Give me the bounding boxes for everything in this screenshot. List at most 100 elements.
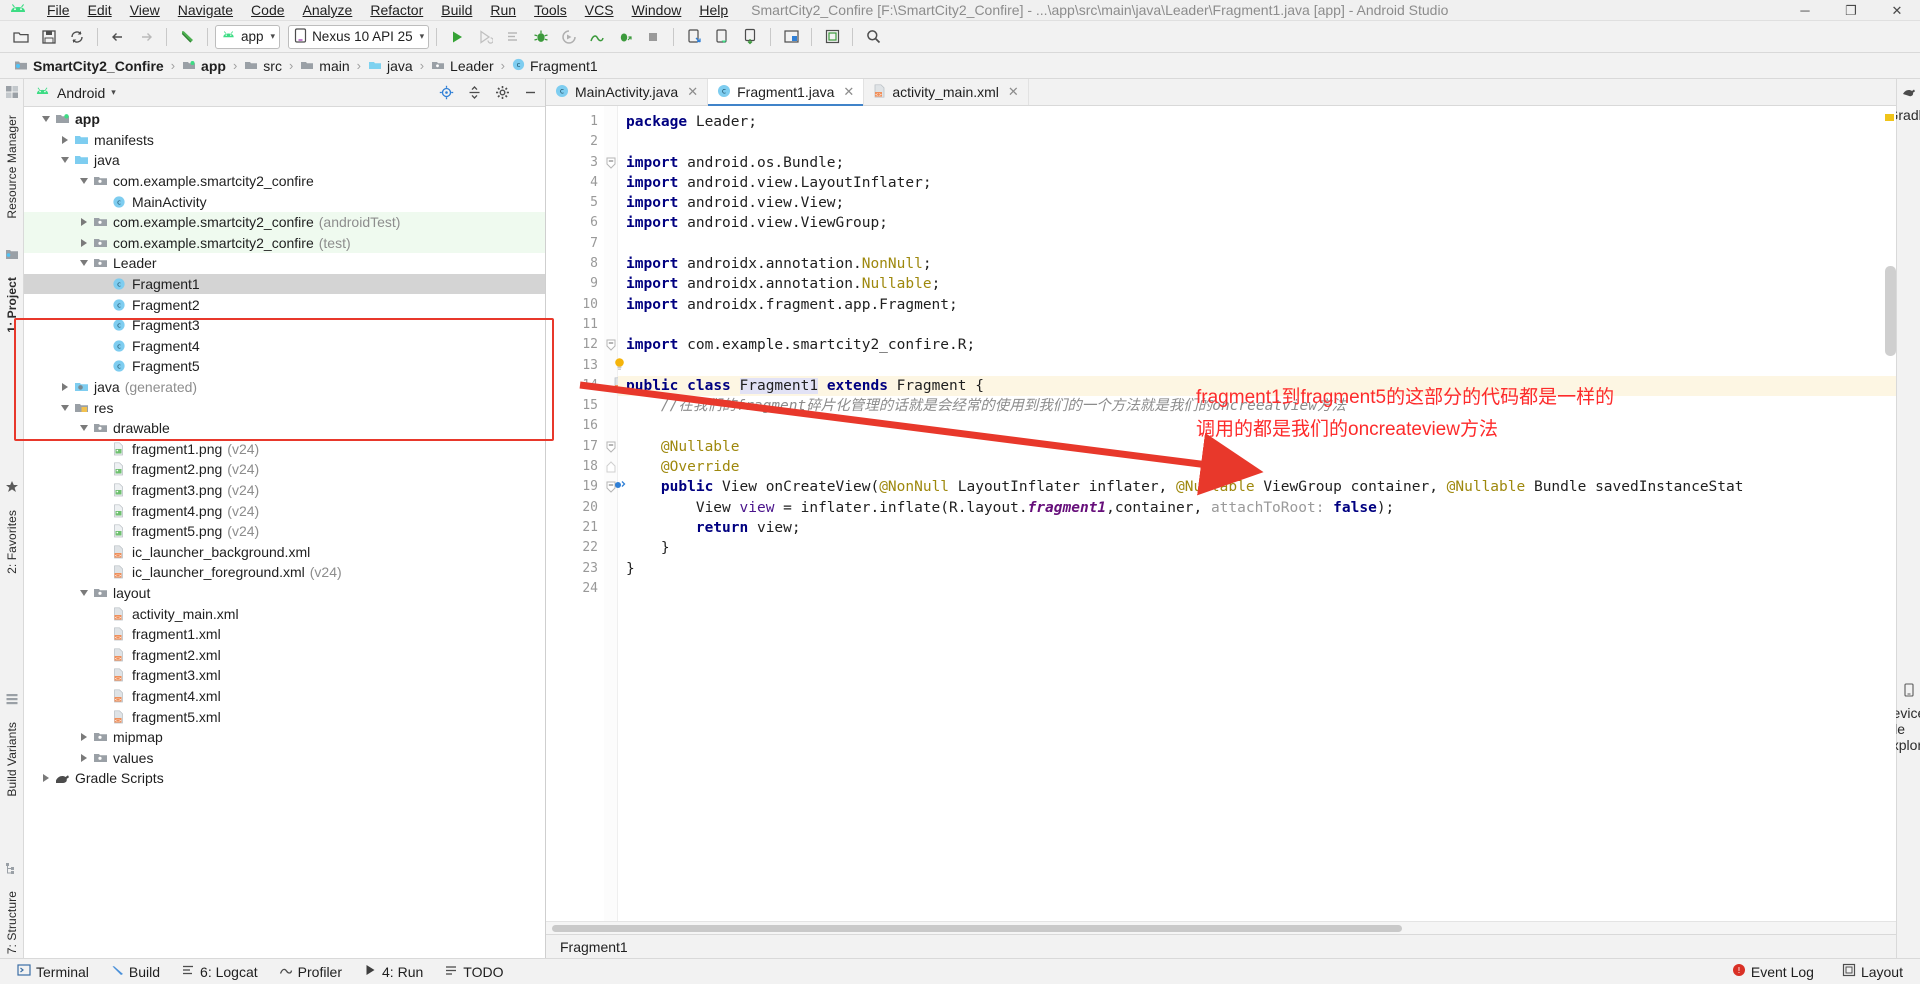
structure-icon[interactable] [5, 861, 19, 878]
code-text[interactable]: package Leader; import android.os.Bundle… [618, 106, 1896, 921]
chevron-down-icon-3[interactable]: ▾ [111, 87, 116, 98]
tree-node-ic-launcher-foreground-xml[interactable]: <> ic_launcher_foreground.xml (v24) [24, 562, 545, 583]
code-line[interactable] [618, 579, 1896, 599]
code-line[interactable]: import androidx.annotation.NonNull; [618, 254, 1896, 274]
tree-node-drawable[interactable]: drawable [24, 418, 545, 439]
tree-node-fragment2-png[interactable]: fragment2.png (v24) [24, 459, 545, 480]
close-icon-tab-fragment1[interactable]: ✕ [843, 84, 854, 100]
code-line[interactable]: package Leader; [618, 112, 1896, 132]
menu-window[interactable]: Window [623, 0, 691, 20]
twisty-collapsed-icon[interactable] [57, 135, 72, 144]
tree-node-fragment3[interactable]: c Fragment3 [24, 315, 545, 336]
bottom-tab-profiler[interactable]: Profiler [270, 961, 351, 982]
menu-analyze[interactable]: Analyze [294, 0, 362, 20]
code-line[interactable]: import android.view.ViewGroup; [618, 213, 1896, 233]
sync-project-icon[interactable] [64, 24, 90, 50]
device-selector[interactable]: Nexus 10 API 25 ▾ [288, 24, 430, 49]
menu-file[interactable]: File [38, 0, 79, 20]
rail-label-favorites[interactable]: 2: Favorites [5, 502, 19, 582]
tree-node-manifests[interactable]: manifests [24, 130, 545, 151]
code-line[interactable]: } [618, 559, 1896, 579]
editor-vertical-scrollbar[interactable] [1883, 106, 1896, 921]
rail-label-project[interactable]: 1: Project [5, 269, 19, 341]
hide-panel-icon[interactable] [519, 82, 541, 104]
collapse-all-icon[interactable] [463, 82, 485, 104]
layout-inspector-icon[interactable] [819, 24, 845, 50]
code-line[interactable]: import android.os.Bundle; [618, 153, 1896, 173]
menu-tools[interactable]: Tools [525, 0, 576, 20]
tree-node-fragment5[interactable]: c Fragment5 [24, 356, 545, 377]
tab-fragment1-java[interactable]: c Fragment1.java ✕ [708, 79, 865, 106]
code-line[interactable] [618, 132, 1896, 152]
code-fold-handle[interactable] [604, 457, 617, 477]
menu-view[interactable]: View [121, 0, 169, 20]
breadcrumb-item-fragment1[interactable]: c Fragment1 [508, 58, 602, 74]
close-icon-tab-mainactivity[interactable]: ✕ [687, 84, 698, 100]
editor-horizontal-scrollbar[interactable] [546, 921, 1896, 934]
menu-help[interactable]: Help [690, 0, 737, 20]
breadcrumb-item-src[interactable]: src [240, 58, 286, 74]
code-line[interactable]: import com.example.smartcity2_confire.R; [618, 335, 1896, 355]
project-structure-icon[interactable] [778, 24, 804, 50]
code-line[interactable]: return view; [618, 518, 1896, 538]
navigate-back-icon[interactable] [105, 24, 131, 50]
apply-changes-icon[interactable] [472, 24, 498, 50]
twisty-expanded-icon[interactable] [76, 589, 91, 596]
twisty-collapsed-icon[interactable] [38, 774, 53, 783]
twisty-expanded-icon[interactable] [76, 178, 91, 185]
tree-node-fragment4-xml[interactable]: <> fragment4.xml [24, 686, 545, 707]
code-fold-handle[interactable] [604, 153, 617, 173]
twisty-expanded-icon[interactable] [57, 404, 72, 411]
code-line[interactable]: import androidx.annotation.Nullable; [618, 274, 1896, 294]
settings-gear-icon[interactable] [491, 82, 513, 104]
menu-vcs[interactable]: VCS [576, 0, 623, 20]
undo-icon[interactable] [174, 24, 200, 50]
twisty-expanded-icon[interactable] [38, 116, 53, 123]
tree-node-mipmap[interactable]: mipmap [24, 727, 545, 748]
maximize-button[interactable]: ❐ [1828, 0, 1874, 21]
breadcrumb-item-java[interactable]: java [364, 58, 417, 74]
project-view-selector-label[interactable]: Android [57, 85, 105, 101]
tab-mainactivity-java[interactable]: c MainActivity.java ✕ [546, 79, 709, 105]
tree-node-fragment1[interactable]: c Fragment1 [24, 273, 545, 295]
close-button[interactable]: ✕ [1874, 0, 1920, 21]
rail-label-build-variants[interactable]: Build Variants [5, 714, 19, 805]
code-line[interactable]: View view = inflater.inflate(R.layout.fr… [618, 498, 1896, 518]
code-line[interactable]: @Override [618, 457, 1896, 477]
minimize-button[interactable]: ─ [1782, 0, 1828, 21]
hscrollbar-thumb[interactable] [552, 925, 1402, 932]
gradle-icon[interactable] [1902, 85, 1916, 102]
tree-node-fragment3-xml[interactable]: <> fragment3.xml [24, 665, 545, 686]
project-tool-icon[interactable] [5, 247, 19, 264]
tree-node-values[interactable]: values [24, 747, 545, 768]
run-with-coverage-icon[interactable] [556, 24, 582, 50]
menu-build[interactable]: Build [432, 0, 481, 20]
code-line[interactable] [618, 315, 1896, 335]
avd-manager-icon[interactable] [681, 24, 707, 50]
bottom-tab-terminal[interactable]: Terminal [8, 961, 98, 982]
code-line[interactable]: //在我们的fragment碎片化管理的话就是会经常的使用到我们的一个方法就是我… [618, 396, 1896, 416]
breadcrumb-item-app[interactable]: app [178, 58, 230, 74]
breadcrumb-item-project[interactable]: SmartCity2_Confire [10, 58, 168, 74]
tree-node-leader[interactable]: Leader [24, 253, 545, 274]
breadcrumb-item-leader[interactable]: Leader [427, 58, 498, 74]
project-tree[interactable]: app manifests java com.example.smartcity2_c… [24, 107, 545, 958]
scrollbar-thumb[interactable] [1885, 266, 1896, 356]
code-line[interactable]: @Nullable [618, 437, 1896, 457]
code-line[interactable]: public View onCreateView(@NonNull Layout… [618, 477, 1896, 497]
tree-node-fragment1-png[interactable]: fragment1.png (v24) [24, 439, 545, 460]
rail-label-resource-manager[interactable]: Resource Manager [5, 107, 19, 227]
tree-node-fragment2-xml[interactable]: <> fragment2.xml [24, 644, 545, 665]
error-stripe-warning[interactable] [1885, 114, 1894, 121]
stop-icon[interactable] [640, 24, 666, 50]
bottom-tab-todo[interactable]: TODO [435, 961, 512, 982]
twisty-collapsed-icon[interactable] [76, 218, 91, 227]
tree-node-fragment4[interactable]: c Fragment4 [24, 336, 545, 357]
code-line[interactable] [618, 356, 1896, 376]
module-selector[interactable]: app ▾ [215, 24, 281, 49]
tree-node-fragment2[interactable]: c Fragment2 [24, 294, 545, 315]
tree-node-layout[interactable]: layout [24, 583, 545, 604]
tree-node-gradle-scripts[interactable]: Gradle Scripts [24, 768, 545, 789]
favorites-icon[interactable] [5, 480, 19, 497]
menu-edit[interactable]: Edit [79, 0, 121, 20]
